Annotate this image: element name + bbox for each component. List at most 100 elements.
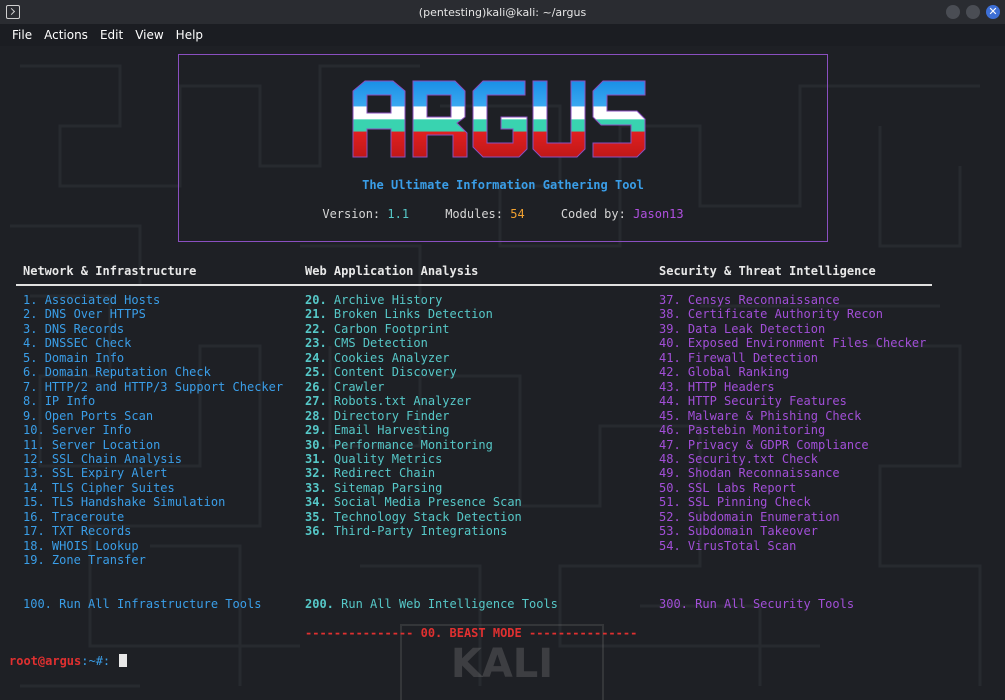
minimize-icon[interactable]	[946, 5, 960, 19]
module-item: 35. Technology Stack Detection	[305, 510, 522, 524]
module-label: Firewall Detection	[687, 350, 818, 365]
module-number: 42.	[659, 365, 681, 380]
module-number: 23.	[305, 336, 327, 351]
module-number: 36.	[305, 524, 327, 539]
module-item: 52. Subdomain Enumeration	[659, 510, 926, 524]
module-label: Cookies Analyzer	[333, 350, 450, 365]
module-item: 5. Domain Info	[23, 351, 283, 365]
module-label: IP Info	[44, 394, 96, 409]
module-number: 3.	[23, 321, 38, 336]
terminal-area[interactable]: The Ultimate Information Gathering Tool …	[0, 46, 1005, 700]
module-number: 15.	[23, 495, 45, 510]
module-item: 12. SSL Chain Analysis	[23, 452, 283, 466]
module-label: Archive History	[333, 293, 443, 307]
module-label: WHOIS Lookup	[51, 538, 139, 553]
module-item: 41. Firewall Detection	[659, 351, 926, 365]
menu-help[interactable]: Help	[176, 28, 203, 42]
module-label: Server Info	[51, 423, 132, 438]
module-number: 20.	[305, 293, 327, 307]
module-label: Sitemap Parsing	[333, 480, 443, 495]
coded-label: Coded by:	[560, 207, 634, 221]
author-value: Jason13	[633, 207, 684, 221]
module-item: 33. Sitemap Parsing	[305, 481, 522, 495]
module-item: 4. DNSSEC Check	[23, 336, 283, 350]
module-item: 31. Quality Metrics	[305, 452, 522, 466]
module-item: 37. Censys Reconnaissance	[659, 293, 926, 307]
module-number: 2.	[23, 307, 38, 322]
run-all-label: Run All Infrastructure Tools	[59, 597, 262, 611]
module-item: 44. HTTP Security Features	[659, 394, 926, 408]
module-label: HTTP Headers	[687, 379, 775, 394]
module-label: Server Location	[51, 437, 161, 452]
window-titlebar: (pentesting)kali@kali: ~/argus ✕	[0, 0, 1005, 24]
module-number: 8.	[23, 394, 38, 409]
module-number: 37.	[659, 293, 681, 307]
tagline: The Ultimate Information Gathering Tool	[362, 178, 644, 192]
module-item: 26. Crawler	[305, 380, 522, 394]
module-number: 53.	[659, 524, 681, 539]
module-item: 27. Robots.txt Analyzer	[305, 394, 522, 408]
module-number: 51.	[659, 495, 681, 510]
module-number: 31.	[305, 451, 327, 466]
text-cursor	[119, 654, 128, 667]
close-icon[interactable]: ✕	[986, 5, 1000, 19]
menu-actions[interactable]: Actions	[44, 28, 88, 42]
module-number: 25.	[305, 365, 327, 380]
module-number: 34.	[305, 495, 327, 510]
module-label: DNSSEC Check	[44, 336, 132, 351]
module-number: 50.	[659, 480, 681, 495]
module-item: 13. SSL Expiry Alert	[23, 466, 283, 480]
column-network: 1. Associated Hosts 2. DNS Over HTTPS 3. D…	[23, 293, 283, 568]
module-number: 39.	[659, 321, 681, 336]
module-number: 10.	[23, 423, 45, 438]
module-label: DNS Over HTTPS	[44, 307, 146, 322]
module-number: 5.	[23, 350, 38, 365]
module-item: 28. Directory Finder	[305, 409, 522, 423]
module-item: 45. Malware & Phishing Check	[659, 409, 926, 423]
module-label: Zone Transfer	[51, 553, 146, 568]
version-value: 1.1	[387, 207, 410, 221]
menu-edit[interactable]: Edit	[100, 28, 123, 42]
module-number: 54.	[659, 538, 681, 553]
module-number: 29.	[305, 423, 327, 438]
maximize-icon[interactable]	[966, 5, 980, 19]
module-number: 9.	[23, 408, 38, 423]
menu-file[interactable]: File	[12, 28, 32, 42]
module-item: 20. Archive History	[305, 293, 522, 307]
modules-label: Modules:	[445, 207, 511, 221]
module-item: 18. WHOIS Lookup	[23, 539, 283, 553]
module-number: 46.	[659, 423, 681, 438]
menu-view[interactable]: View	[135, 28, 163, 42]
module-number: 11.	[23, 437, 45, 452]
module-number: 47.	[659, 437, 681, 452]
run-all-web: 200. Run All Web Intelligence Tools	[305, 597, 558, 611]
module-item: 54. VirusTotal Scan	[659, 539, 926, 553]
module-item: 1. Associated Hosts	[23, 293, 283, 307]
module-label: TLS Handshake Simulation	[51, 495, 226, 510]
module-label: Pastebin Monitoring	[687, 423, 826, 438]
module-number: 26.	[305, 379, 327, 394]
module-number: 14.	[23, 480, 45, 495]
header-divider	[16, 284, 932, 286]
module-label: Robots.txt Analyzer	[333, 394, 472, 409]
module-item: 32. Redirect Chain	[305, 466, 522, 480]
terminal-icon[interactable]	[6, 5, 20, 19]
module-item: 29. Email Harvesting	[305, 423, 522, 437]
module-label: SSL Chain Analysis	[51, 451, 182, 466]
banner-box: The Ultimate Information Gathering Tool …	[178, 54, 828, 242]
module-item: 8. IP Info	[23, 394, 283, 408]
module-item: 53. Subdomain Takeover	[659, 524, 926, 538]
module-label: Censys Reconnaissance	[687, 293, 840, 307]
module-item: 25. Content Discovery	[305, 365, 522, 379]
module-number: 38.	[659, 307, 681, 322]
run-all-label: Run All Security Tools	[695, 597, 855, 611]
module-item: 46. Pastebin Monitoring	[659, 423, 926, 437]
menu-bar: File Actions Edit View Help	[0, 24, 1005, 46]
shell-prompt[interactable]: root@argus:~#:	[9, 654, 128, 668]
column-web: 20. Archive History 21. Broken Links Dete…	[305, 293, 522, 539]
module-item: 51. SSL Pinning Check	[659, 495, 926, 509]
module-item: 34. Social Media Presence Scan	[305, 495, 522, 509]
module-label: Domain Info	[44, 350, 125, 365]
module-label: CMS Detection	[333, 336, 428, 351]
module-label: Global Ranking	[687, 365, 790, 380]
